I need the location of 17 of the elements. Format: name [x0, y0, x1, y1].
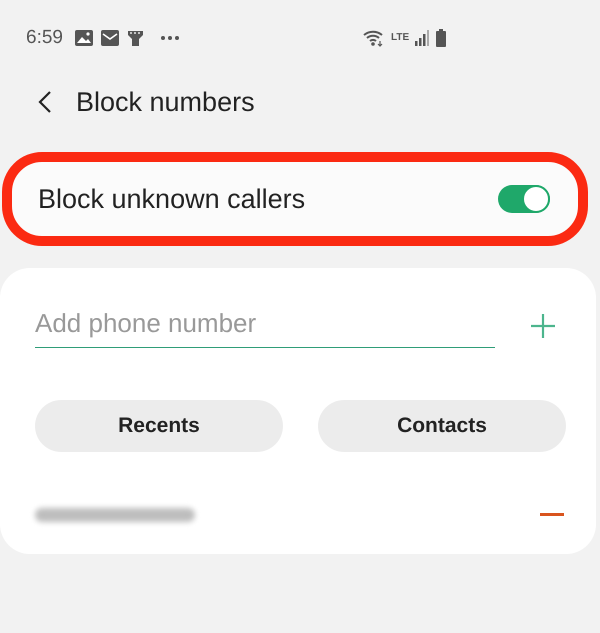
- wifi-icon: [362, 29, 385, 47]
- back-button[interactable]: [38, 90, 52, 114]
- battery-icon: [436, 29, 446, 47]
- source-button[interactable]: Recents: [35, 400, 283, 452]
- network-label: LTE: [390, 33, 410, 43]
- page-title: Block numbers: [76, 86, 255, 118]
- add-button[interactable]: [530, 313, 556, 339]
- mail-icon: [100, 30, 119, 46]
- more-icon: [160, 35, 180, 41]
- phone-number-field[interactable]: Add phone number: [35, 304, 495, 348]
- signal-icon: [415, 30, 430, 46]
- toggle-switch[interactable]: [498, 185, 550, 213]
- remove-button[interactable]: [540, 513, 564, 517]
- status-time: 6:59: [26, 27, 63, 49]
- image-icon: [74, 30, 93, 46]
- source-button[interactable]: Contacts: [318, 400, 566, 452]
- setting-label: Block unknown callers: [38, 184, 306, 214]
